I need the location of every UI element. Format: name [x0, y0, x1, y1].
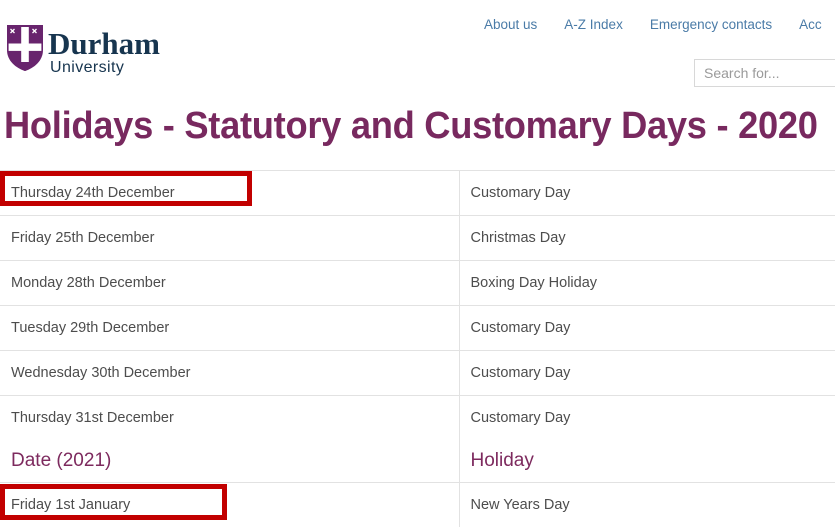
search-box[interactable] [694, 59, 835, 87]
table-row[interactable]: Tuesday 29th December Customary Day [0, 306, 835, 351]
nav-item-emergency-contacts[interactable]: Emergency contacts [650, 16, 772, 34]
site-header: Durham University About us A-Z Index Eme… [0, 0, 835, 100]
table-row[interactable]: Monday 28th December Boxing Day Holiday [0, 261, 835, 306]
cell-holiday: Customary Day [459, 396, 835, 441]
table-row[interactable]: Wednesday 30th December Customary Day [0, 351, 835, 396]
holidays-table-body: Thursday 24th December Customary Day Fri… [0, 171, 835, 527]
cell-holiday: Customary Day [459, 351, 835, 396]
durham-shield-icon [6, 24, 44, 72]
cell-date: Monday 28th December [0, 261, 459, 306]
column-header-date: Date (2021) [0, 440, 459, 483]
table-row[interactable]: Friday 25th December Christmas Day [0, 216, 835, 261]
cell-date: Tuesday 29th December [0, 306, 459, 351]
table-row[interactable]: Friday 1st January New Years Day [0, 483, 835, 527]
logo-wordmark: Durham University [48, 28, 160, 76]
utility-navigation: About us A-Z Index Emergency contacts Ac… [484, 16, 822, 34]
search-input[interactable] [694, 59, 835, 87]
table-header-row-2021: Date (2021) Holiday [0, 440, 835, 483]
column-header-holiday: Holiday [459, 440, 835, 483]
cell-date: Wednesday 30th December [0, 351, 459, 396]
page-title: Holidays - Statutory and Customary Days … [4, 103, 818, 149]
cell-holiday: Customary Day [459, 171, 835, 216]
cell-date: Thursday 31st December [0, 396, 459, 441]
cell-holiday: Boxing Day Holiday [459, 261, 835, 306]
nav-item-accessibility[interactable]: Acc [799, 16, 822, 34]
logo-wordmark-durham: Durham [48, 28, 160, 59]
cell-holiday: Christmas Day [459, 216, 835, 261]
site-logo[interactable]: Durham University [6, 24, 160, 76]
cell-date: Friday 25th December [0, 216, 459, 261]
table-row[interactable]: Thursday 31st December Customary Day [0, 396, 835, 441]
cell-holiday: Customary Day [459, 306, 835, 351]
cell-date: Thursday 24th December [0, 171, 459, 216]
table-row[interactable]: Thursday 24th December Customary Day [0, 171, 835, 216]
holidays-table: Thursday 24th December Customary Day Fri… [0, 170, 835, 527]
logo-wordmark-university: University [50, 60, 160, 76]
nav-item-about-us[interactable]: About us [484, 16, 537, 34]
cell-date: Friday 1st January [0, 483, 459, 527]
cell-holiday: New Years Day [459, 483, 835, 527]
nav-item-a-z-index[interactable]: A-Z Index [564, 16, 623, 34]
